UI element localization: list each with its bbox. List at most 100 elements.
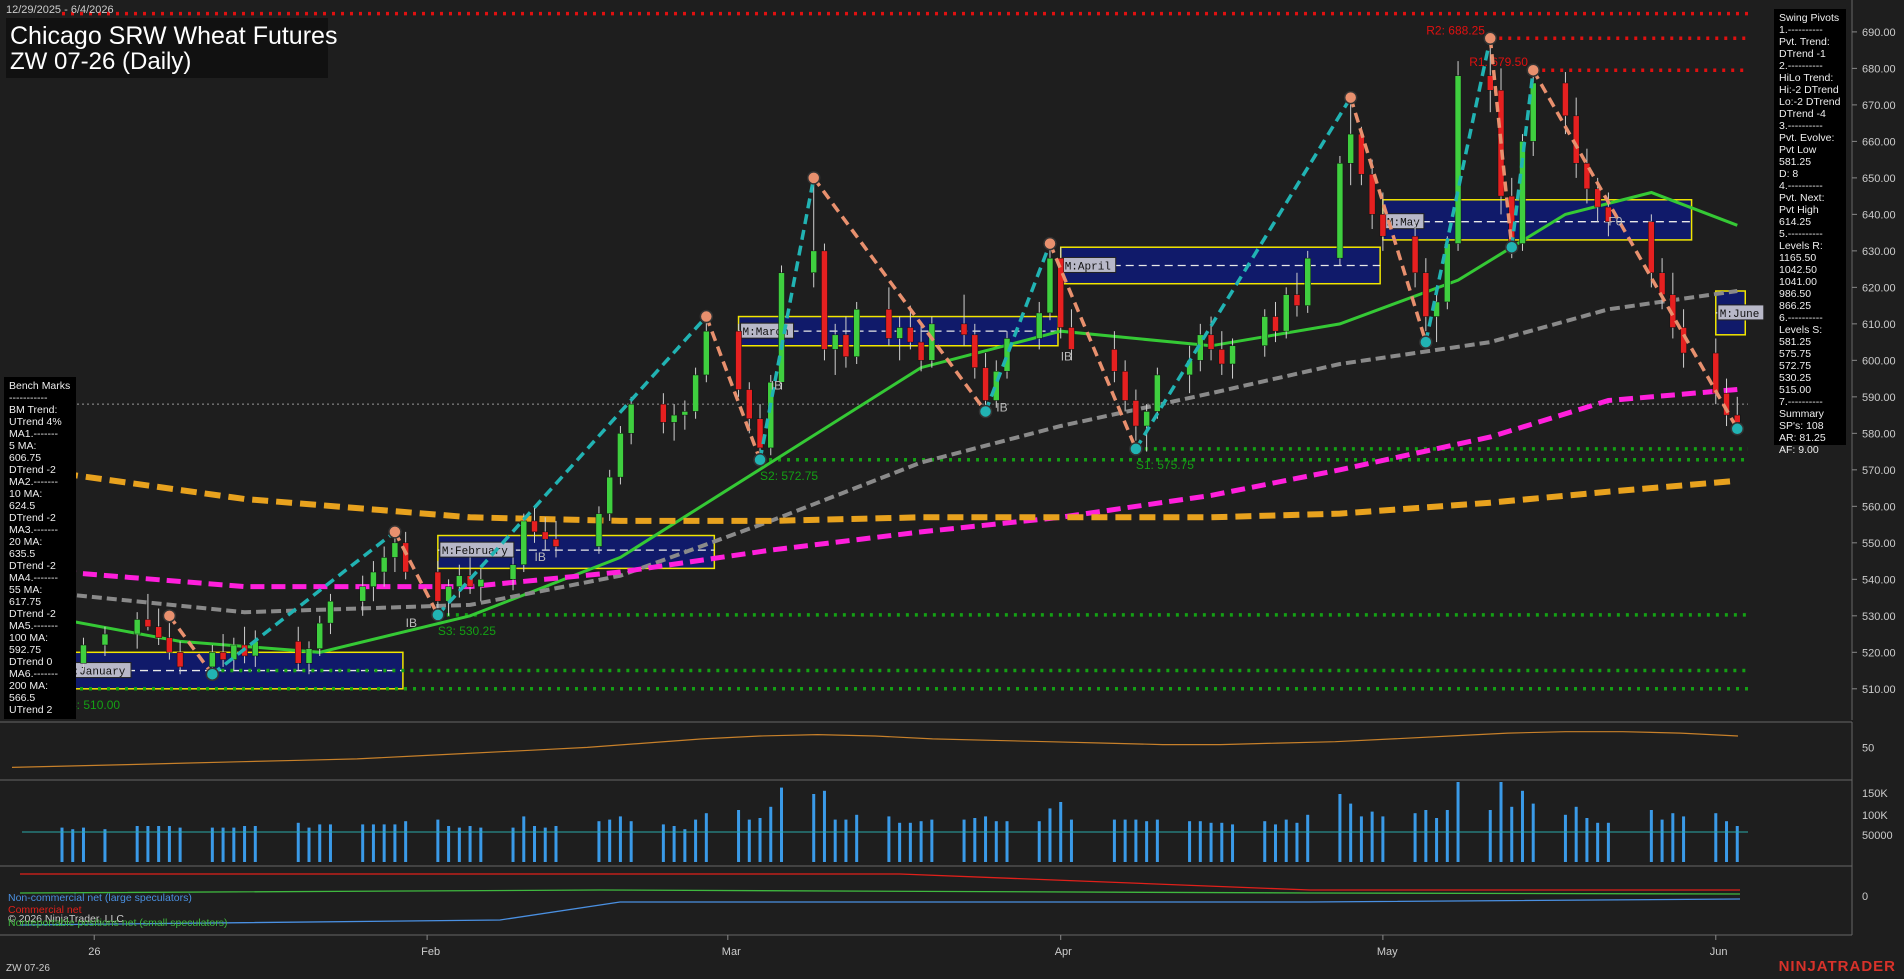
volume-bar <box>1520 790 1524 862</box>
volume-tick-label: 100K <box>1862 810 1888 822</box>
volume-bar <box>833 819 837 862</box>
volume-bar <box>898 822 902 862</box>
candle-body <box>1734 414 1741 423</box>
bench-marks-line: 5 MA: <box>9 440 37 452</box>
volume-bar <box>1198 821 1202 862</box>
swing-pivots-line: 4.---------- <box>1779 180 1823 192</box>
price-tick-label: 550.00 <box>1862 538 1896 550</box>
bench-marks-line: MA5.------- <box>9 620 58 632</box>
price-tick-label: 580.00 <box>1862 428 1896 440</box>
bench-marks-line: DTrend -2 <box>9 560 56 572</box>
price-tick-label: 640.00 <box>1862 209 1896 221</box>
volume-bar <box>1735 826 1739 862</box>
oscillator-tick-label: 50 <box>1862 742 1874 754</box>
volume-bar <box>60 827 64 862</box>
annotation-label: IB <box>996 400 1007 414</box>
price-tick-label: 690.00 <box>1862 27 1896 39</box>
candle-body <box>509 564 517 580</box>
volume-bar <box>1069 819 1073 862</box>
time-tick-label: May <box>1377 946 1398 958</box>
bench-marks-line: 566.5 <box>9 692 36 704</box>
candle-body <box>617 433 624 478</box>
swing-pivots-panel: Swing Pivots 1.---------- Pvt. Trend: DTren… <box>1774 9 1846 456</box>
price-tick-label: 560.00 <box>1862 501 1896 513</box>
moving-averages <box>61 190 1738 654</box>
candle-body <box>305 648 313 664</box>
time-tick-label: Feb <box>421 946 440 958</box>
candle-body <box>1035 312 1043 339</box>
candle-body <box>1121 371 1129 401</box>
bench-marks-line: UTrend 4% <box>9 416 62 428</box>
bench-marks-line: DTrend -2 <box>9 608 56 620</box>
volume-bar <box>479 827 483 862</box>
volume-bar <box>1370 811 1374 862</box>
swing-pivots-line: Levels S: <box>1779 324 1823 336</box>
value-areas: M:JanuaryM:FebruaryM:MarchM:AprilM:MayM:… <box>61 199 1765 690</box>
swing-pivots-line: 1041.00 <box>1779 276 1817 288</box>
volume-bar <box>511 827 515 862</box>
volume-bar <box>157 826 161 862</box>
candle-body <box>1422 272 1430 317</box>
volume-bar <box>404 821 408 862</box>
bench-marks-line: 10 MA: <box>9 488 43 500</box>
price-tick-label: 680.00 <box>1862 63 1896 75</box>
legend-nonreportable: Nonreportable positions net (small specu… <box>8 917 228 929</box>
volume-bar <box>393 824 397 862</box>
volume-bar <box>1263 821 1267 862</box>
candle-body <box>1712 352 1720 394</box>
title-box: Chicago SRW Wheat Futures ZW 07-26 (Dail… <box>6 18 337 78</box>
swing-pivots-line: 581.25 <box>1779 336 1812 348</box>
swing-pivots-line: Pvt. Trend: <box>1779 36 1830 48</box>
annotation-label: IB <box>1061 349 1072 363</box>
candle-body <box>1444 243 1451 303</box>
cot-tick-label: 0 <box>1862 891 1868 903</box>
candle-body <box>520 520 528 565</box>
candle-body <box>606 476 613 514</box>
price-tick-label: 670.00 <box>1862 100 1896 112</box>
oscillator-line <box>11 731 1739 768</box>
volume-bar <box>984 816 988 862</box>
volume-bar <box>318 824 322 862</box>
volume-bar <box>1188 821 1192 862</box>
volume-bar <box>1563 814 1567 862</box>
price-tick-label: 530.00 <box>1862 611 1896 623</box>
volume-bar <box>962 819 966 862</box>
volume-bar <box>1005 821 1009 862</box>
swing-pivots-line: AR: 81.25 <box>1779 432 1826 444</box>
volume-bar <box>855 814 859 862</box>
bench-marks-line: DTrend -2 <box>9 512 56 524</box>
date-range: 12/29/2025 - 6/4/2026 <box>6 4 114 16</box>
level-label: S2: 572.75 <box>760 469 818 483</box>
candle-body <box>1282 294 1290 332</box>
swing-pivots-line: 7.---------- <box>1779 396 1823 408</box>
swing-pivot-dot <box>699 309 714 324</box>
candle-body <box>1562 82 1569 117</box>
ma-line <box>61 387 1738 590</box>
candle-body <box>155 626 162 638</box>
volume-bar <box>930 819 934 862</box>
volume-bar <box>1510 806 1514 862</box>
candle-body <box>703 330 710 376</box>
bench-marks-line: 55 MA: <box>9 584 43 596</box>
volume-bar <box>1349 803 1353 862</box>
price-tick-label: 660.00 <box>1862 136 1896 148</box>
candle-body <box>1111 349 1118 372</box>
candle-body <box>1272 316 1279 332</box>
swing-pivots-line: 3.---------- <box>1779 120 1823 132</box>
candle-body <box>434 571 442 602</box>
candle-body <box>219 652 227 660</box>
bench-marks-line: ----------- <box>9 392 48 404</box>
volume-bar <box>522 816 526 862</box>
swing-pivot-dot <box>1526 63 1540 77</box>
swing-pivots-line: 2.---------- <box>1779 60 1823 72</box>
volume-bar <box>618 816 622 862</box>
bench-marks-line: UTrend 2 <box>9 704 53 716</box>
swing-line <box>393 531 440 616</box>
volume-bar <box>71 829 75 862</box>
price-chart: M:JanuaryM:FebruaryM:MarchM:AprilM:MayM:… <box>0 0 1896 958</box>
volume-bar <box>1306 814 1310 862</box>
candle-body <box>456 575 463 587</box>
volume-bar <box>994 821 998 862</box>
swing-pivots-line: D: 8 <box>1779 168 1799 180</box>
bench-marks-line: 624.5 <box>9 500 36 512</box>
